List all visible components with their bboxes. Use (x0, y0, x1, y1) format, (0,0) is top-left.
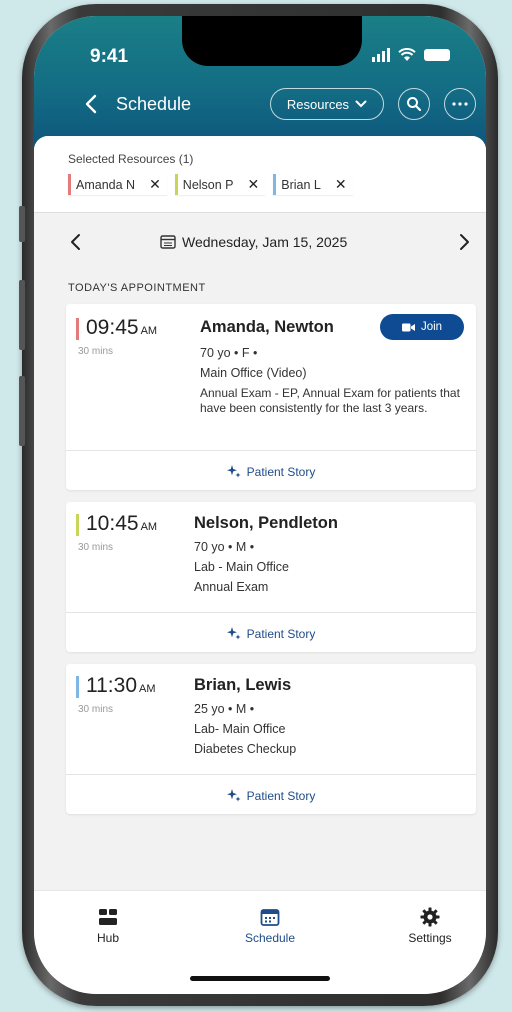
hub-icon (99, 909, 117, 925)
patient-name: Brian, Lewis (194, 676, 292, 694)
appointment-duration: 30 mins (78, 704, 114, 715)
gear-icon (420, 907, 440, 927)
appointment-location: Lab- Main Office (194, 722, 286, 736)
calendar-icon (160, 235, 176, 249)
home-indicator (190, 976, 330, 981)
status-time: 9:41 (90, 46, 129, 67)
selected-resources-label: Selected Resources (1) (68, 152, 194, 166)
tab-hub[interactable]: Hub (68, 907, 148, 945)
signal-icon (372, 48, 390, 62)
status-icons (372, 48, 450, 62)
current-date[interactable]: Wednesday, Jam 15, 2025 (182, 234, 347, 250)
tab-schedule[interactable]: Schedule (230, 907, 310, 945)
appointment-time: 11:30 AM (86, 674, 156, 697)
appointment-reason: Diabetes Checkup (194, 742, 297, 756)
join-label: Join (420, 321, 443, 333)
tab-label: Schedule (244, 931, 296, 945)
volume-up-button (19, 280, 25, 350)
chevron-down-icon (355, 100, 367, 108)
phone-screen: 9:41 Schedule Resources Selected Resourc… (34, 16, 486, 994)
chip-label: Nelson P (182, 177, 234, 192)
appointment-card[interactable]: 11:30 AM 30 mins Brian, Lewis 25 yo • M •… (66, 664, 476, 814)
resource-chip-amanda[interactable]: Amanda N ✕ (68, 174, 167, 195)
close-icon[interactable]: ✕ (335, 176, 347, 193)
appointment-card[interactable]: 09:45 AM 30 mins Amanda, Newton Join 70 y… (66, 304, 476, 490)
close-icon[interactable]: ✕ (248, 176, 260, 193)
previous-day-icon[interactable] (66, 232, 86, 252)
card-divider (66, 774, 476, 775)
resource-color-bar (76, 514, 79, 536)
tab-label: Hub (96, 931, 119, 945)
card-divider (66, 450, 476, 451)
tab-settings[interactable]: Settings (390, 907, 470, 945)
section-label: TODAY'S APPOINTMENT (68, 282, 206, 294)
sparkle-icon (226, 627, 241, 640)
patient-story-link[interactable]: Patient Story (66, 464, 476, 479)
patient-demographics: 25 yo • M • (194, 702, 255, 716)
sparkle-icon (226, 465, 241, 478)
volume-down-button (19, 376, 25, 446)
resource-color-bar (76, 676, 79, 698)
chip-label: Brian L (281, 177, 321, 192)
mute-switch (19, 206, 25, 242)
next-day-icon[interactable] (454, 232, 474, 252)
appointment-duration: 30 mins (78, 346, 114, 357)
date-navigator: Wednesday, Jam 15, 2025 (34, 228, 486, 258)
page-title: Schedule (116, 94, 192, 114)
appointment-location: Main Office (Video) (200, 366, 307, 380)
appointment-time: 09:45 AM (86, 316, 158, 339)
resource-color-bar (76, 318, 79, 340)
nav-bar: Schedule Resources (34, 88, 486, 122)
patient-story-link[interactable]: Patient Story (66, 626, 476, 641)
tab-label: Settings (408, 931, 452, 945)
patient-demographics: 70 yo • F • (200, 346, 258, 360)
wifi-icon (398, 48, 416, 61)
appointment-time: 10:45 AM (86, 512, 158, 535)
appointment-card[interactable]: 10:45 AM 30 mins Nelson, Pendleton 70 yo … (66, 502, 476, 652)
appointment-reason: Annual Exam - EP, Annual Exam for patien… (200, 386, 460, 415)
resource-chips: Amanda N ✕ Nelson P ✕ Brian L ✕ (68, 174, 353, 195)
resource-chip-brian[interactable]: Brian L ✕ (273, 174, 353, 195)
calendar-icon (260, 909, 280, 926)
appointment-reason: Annual Exam (194, 580, 269, 594)
card-divider (66, 612, 476, 613)
more-icon (452, 102, 468, 106)
video-camera-icon (401, 323, 415, 331)
search-icon (407, 97, 422, 112)
sparkle-icon (226, 789, 241, 802)
back-icon[interactable] (80, 92, 104, 116)
selected-resources-panel: Selected Resources (1) Amanda N ✕ Nelson… (34, 136, 486, 213)
battery-icon (424, 49, 450, 61)
schedule-content: Selected Resources (1) Amanda N ✕ Nelson… (34, 136, 486, 896)
appointment-location: Lab - Main Office (194, 560, 289, 574)
more-button[interactable] (444, 88, 476, 120)
patient-name: Amanda, Newton (200, 318, 334, 336)
join-video-button[interactable]: Join (380, 314, 464, 340)
resources-label: Resources (286, 96, 350, 112)
close-icon[interactable]: ✕ (149, 176, 161, 193)
resources-dropdown[interactable]: Resources (270, 88, 384, 120)
appointment-duration: 30 mins (78, 542, 114, 553)
patient-story-link[interactable]: Patient Story (66, 788, 476, 803)
search-button[interactable] (398, 88, 430, 120)
chip-label: Amanda N (76, 177, 136, 192)
notch (182, 16, 362, 66)
patient-demographics: 70 yo • M • (194, 540, 255, 554)
patient-name: Nelson, Pendleton (194, 514, 338, 532)
resource-chip-nelson[interactable]: Nelson P ✕ (174, 174, 266, 195)
